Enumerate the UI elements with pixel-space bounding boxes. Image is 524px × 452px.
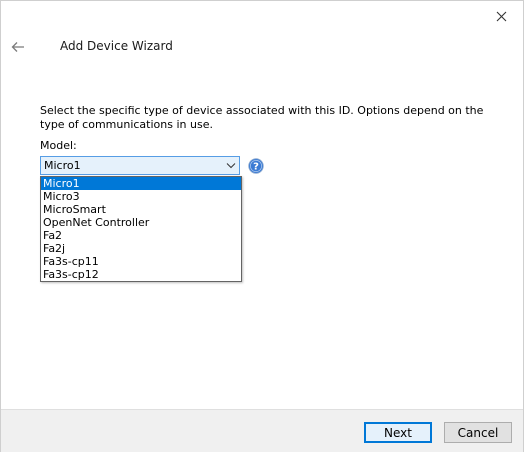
help-icon: ?: [248, 158, 264, 174]
dropdown-option[interactable]: Fa2: [41, 229, 241, 242]
dropdown-option[interactable]: OpenNet Controller: [41, 216, 241, 229]
dropdown-option[interactable]: Fa3s-cp11: [41, 255, 241, 268]
dropdown-option[interactable]: Fa3s-cp12: [41, 268, 241, 281]
model-dropdown-list: Micro1 Micro3 MicroSmart OpenNet Controller…: [40, 176, 242, 282]
back-button[interactable]: [7, 37, 29, 57]
close-button[interactable]: [489, 5, 513, 27]
dropdown-option[interactable]: MicroSmart: [41, 203, 241, 216]
wizard-footer: Next Cancel: [1, 409, 523, 452]
svg-text:?: ?: [253, 162, 259, 173]
model-select-value: Micro1: [44, 159, 81, 172]
dropdown-option[interactable]: Fa2j: [41, 242, 241, 255]
description-text: Select the specific type of device assoc…: [40, 104, 484, 131]
dropdown-option[interactable]: Micro1: [41, 177, 241, 190]
wizard-title: Add Device Wizard: [60, 39, 173, 53]
close-icon: [496, 11, 506, 21]
wizard-window: Add Device Wizard Select the specific ty…: [0, 0, 524, 452]
model-label: Model:: [40, 139, 77, 152]
chevron-down-icon: [226, 163, 236, 169]
back-arrow-icon: [11, 42, 24, 52]
model-select[interactable]: Micro1: [40, 156, 240, 175]
next-button[interactable]: Next: [364, 422, 432, 443]
help-button[interactable]: ?: [248, 158, 264, 174]
cancel-button[interactable]: Cancel: [444, 422, 512, 443]
dropdown-option[interactable]: Micro3: [41, 190, 241, 203]
